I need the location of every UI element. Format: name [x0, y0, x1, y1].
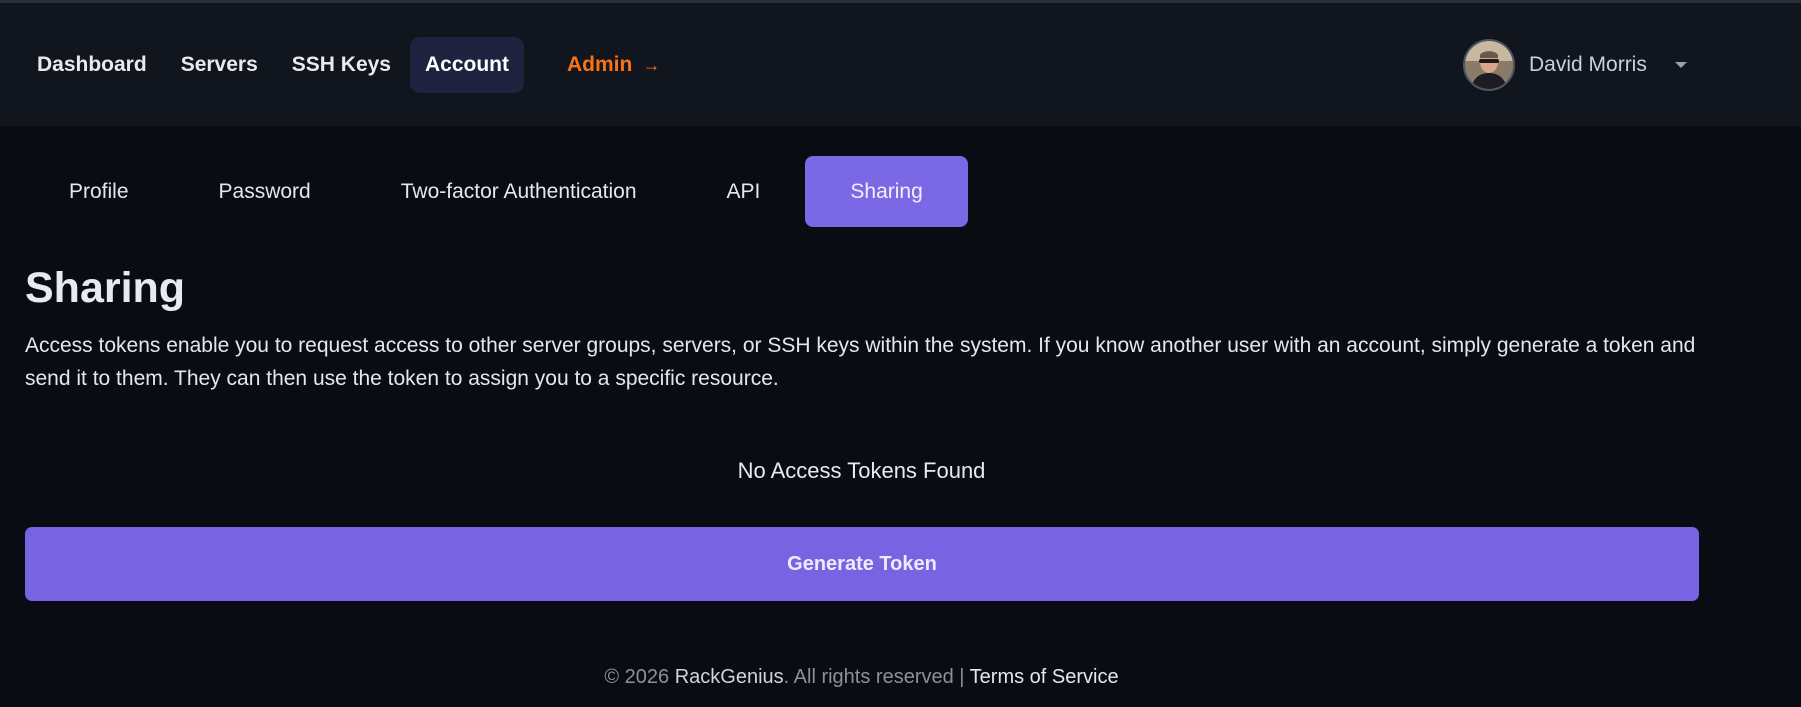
user-menu[interactable]: David Morris — [1463, 39, 1687, 91]
terms-of-service-link[interactable]: Terms of Service — [970, 666, 1119, 688]
empty-state-message: No Access Tokens Found — [737, 458, 986, 483]
nav-link-account[interactable]: Account — [409, 37, 524, 93]
nav-link-admin[interactable]: Admin → — [552, 37, 675, 93]
page-title: Sharing — [25, 264, 186, 312]
section-description: Access tokens enable you to request acce… — [25, 334, 1696, 390]
top-navbar: Dashboard Servers SSH Keys Account Admin… — [0, 3, 1801, 126]
nav-link-servers[interactable]: Servers — [166, 37, 273, 93]
tab-sharing[interactable]: Sharing — [805, 156, 968, 227]
nav-link-dashboard[interactable]: Dashboard — [22, 37, 162, 93]
footer-rights: . All rights reserved | — [783, 666, 970, 688]
footer: © 2026 RackGenius. All rights reserved |… — [0, 666, 1723, 689]
tab-api[interactable]: API — [682, 156, 806, 227]
footer-brand-link[interactable]: RackGenius — [675, 666, 784, 688]
tab-profile[interactable]: Profile — [24, 156, 174, 227]
nav-link-ssh-keys[interactable]: SSH Keys — [277, 37, 406, 93]
account-tabs: Profile Password Two-factor Authenticati… — [24, 156, 968, 227]
arrow-right-icon: → — [642, 55, 661, 75]
nav-link-admin-label: Admin — [566, 53, 633, 76]
tab-password[interactable]: Password — [174, 156, 356, 227]
avatar — [1463, 39, 1515, 91]
footer-copyright: © 2026 — [604, 666, 675, 688]
tab-two-factor-authentication[interactable]: Two-factor Authentication — [356, 156, 682, 227]
chevron-down-icon — [1674, 62, 1687, 68]
user-avatar-icon — [1465, 41, 1513, 89]
user-name: David Morris — [1529, 53, 1647, 76]
main-nav: Dashboard Servers SSH Keys Account Admin… — [22, 37, 675, 93]
generate-token-button[interactable]: Generate Token — [25, 527, 1699, 601]
